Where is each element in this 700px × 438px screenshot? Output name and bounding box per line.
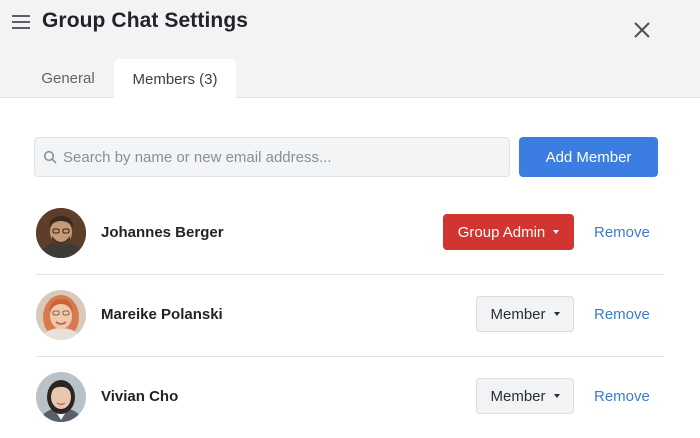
member-name: Mareike Polanski bbox=[101, 306, 223, 323]
role-dropdown[interactable]: Member bbox=[476, 296, 574, 332]
member-name: Johannes Berger bbox=[101, 224, 224, 241]
hamburger-menu-icon[interactable] bbox=[11, 12, 31, 32]
member-row: Johannes Berger Group Admin Remove bbox=[36, 192, 664, 274]
dialog-title: Group Chat Settings bbox=[42, 9, 249, 32]
avatar bbox=[36, 290, 86, 340]
role-dropdown[interactable]: Group Admin bbox=[443, 214, 574, 250]
close-icon[interactable] bbox=[631, 19, 653, 41]
role-label: Group Admin bbox=[457, 223, 546, 241]
member-name: Vivian Cho bbox=[101, 388, 179, 405]
dialog-header: Group Chat Settings General Members (3) bbox=[0, 0, 700, 99]
remove-link[interactable]: Remove bbox=[594, 388, 650, 405]
role-label: Member bbox=[490, 387, 546, 405]
avatar bbox=[36, 208, 86, 258]
remove-link[interactable]: Remove bbox=[594, 224, 650, 241]
caret-down-icon bbox=[553, 394, 560, 398]
caret-down-icon bbox=[553, 312, 560, 316]
search-input[interactable] bbox=[63, 138, 503, 176]
member-row: Mareike Polanski Member Remove bbox=[36, 274, 664, 356]
avatar bbox=[36, 372, 86, 422]
tab-general[interactable]: General bbox=[30, 59, 106, 98]
search-icon bbox=[43, 150, 57, 164]
add-member-button[interactable]: Add Member bbox=[519, 137, 658, 177]
tab-members[interactable]: Members (3) bbox=[114, 59, 236, 99]
role-label: Member bbox=[490, 305, 546, 323]
search-field bbox=[34, 137, 510, 177]
member-row: Vivian Cho Member Remove bbox=[36, 356, 664, 438]
caret-down-icon bbox=[553, 230, 560, 234]
role-dropdown[interactable]: Member bbox=[476, 378, 574, 414]
remove-link[interactable]: Remove bbox=[594, 306, 650, 323]
